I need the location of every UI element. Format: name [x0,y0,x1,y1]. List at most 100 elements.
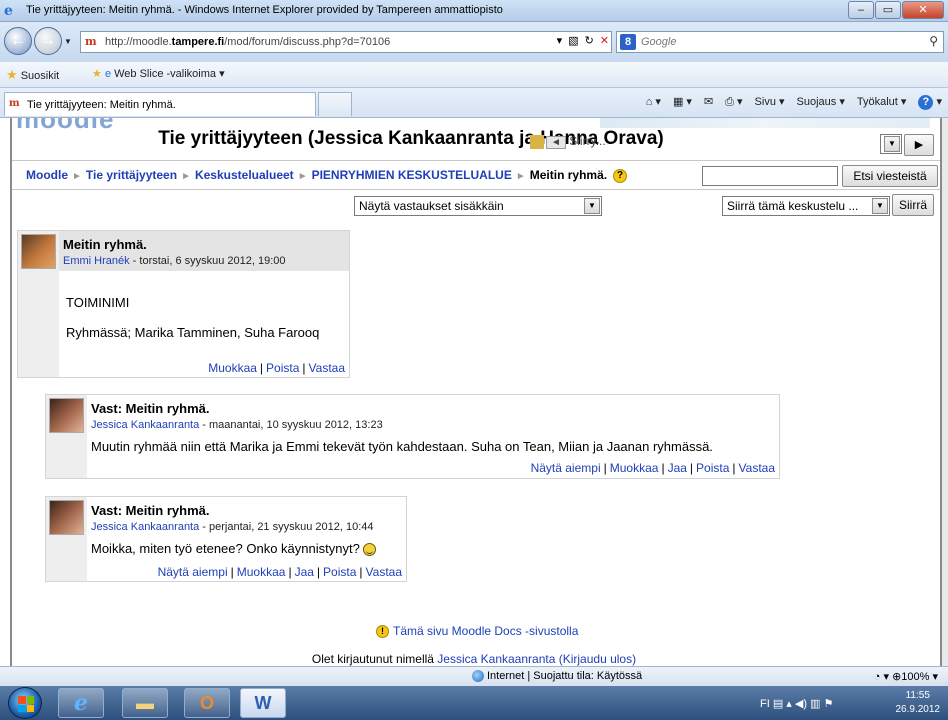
jump-next-button[interactable]: ▶ [904,134,934,156]
avatar[interactable] [21,234,56,269]
reply-link[interactable]: Vastaa [309,361,345,375]
mail-icon[interactable]: ✉ [704,95,713,110]
feeds-icon[interactable]: ▦ ▾ [673,95,692,110]
taskbar: e ▬ O W FI ▤ ▴ ◀) ▥ ⚑ 11:55 26.9.2012 [0,686,948,720]
home-icon[interactable]: ⌂ ▾ [646,95,661,110]
reply-link[interactable]: Vastaa [366,565,402,579]
show-parent-link[interactable]: Näytä aiempi [531,461,601,475]
tab-row: m Tie yrittäjyyteen: Meitin ryhmä. ⌂ ▾ ▦… [0,88,948,118]
forum-search-input[interactable] [702,166,838,186]
split-link[interactable]: Jaa [295,565,314,579]
outlook-taskbar-icon[interactable]: O [184,688,230,718]
logout-link[interactable]: (Kirjaudu ulos) [559,652,636,666]
start-button[interactable] [8,687,42,719]
post-subject: Vast: Meitin ryhmä. [91,503,210,518]
breadcrumb-course[interactable]: Tie yrittäjyyteen [86,168,177,182]
close-window-button[interactable]: ✕ [902,1,944,19]
jump-to-control[interactable]: ◄ Siirry... [530,134,606,149]
moodle-favicon: m [9,98,20,109]
post-commands: Näytä aiempi | Muokkaa | Jaa | Poista | Vastaa [157,565,402,579]
search-icon[interactable]: ⚲ [929,34,938,48]
scrollbar[interactable] [942,118,948,666]
word-taskbar-icon[interactable]: W [240,688,286,718]
breadcrumb: Moodle ► Tie yrittäjyyteen ► Keskustelualuee… [26,168,628,183]
history-dropdown-icon[interactable]: ▼ [64,37,72,46]
display-mode-select[interactable]: Näytä vastaukset sisäkkäin ▼ [354,196,602,216]
windows-logo-icon [18,696,34,712]
tray-icons[interactable]: FI ▤ ▴ ◀) ▥ ⚑ [760,697,833,710]
help-icon[interactable]: ? [613,168,628,183]
edit-link[interactable]: Muokkaa [237,565,286,579]
header-background [600,118,930,128]
move-discussion-select[interactable]: Siirrä tämä keskustelu ... ▼ [722,196,890,216]
page-menu[interactable]: Sivu ▾ [755,95,785,110]
search-box[interactable]: 8 Google ⚲ [616,31,944,53]
star-icon: ★ [6,67,18,82]
back-button[interactable]: ← [4,27,32,55]
system-tray: FI ▤ ▴ ◀) ▥ ⚑ 11:55 26.9.2012 [748,686,948,720]
post-commands: Näytä aiempi | Muokkaa | Jaa | Poista | Vastaa [530,461,775,475]
protected-mode-icon: ◔ ▾ [873,671,889,683]
window-title-bar: e Tie yrittäjyyteen: Meitin ryhmä. - Win… [0,0,948,22]
delete-link[interactable]: Poista [266,361,299,375]
move-button[interactable]: Siirrä [892,194,934,216]
reply-link[interactable]: Vastaa [739,461,775,475]
course-title: Tie yrittäjyyteen (Jessica Kankaanranta … [158,128,664,149]
post-author-link[interactable]: Emmi Hranék [63,255,130,267]
address-bar[interactable]: m http://moodle.tampere.fi/mod/forum/dis… [80,31,612,53]
tab-current[interactable]: m Tie yrittäjyyteen: Meitin ryhmä. [4,92,316,116]
status-bar: Internet | Suojattu tila: Käytössä ◔ ▾ ⊕… [0,666,948,686]
zoom-icon: ⊕ [892,671,902,683]
delete-link[interactable]: Poista [696,461,729,475]
user-profile-link[interactable]: Jessica Kankaanranta [437,652,555,666]
explorer-taskbar-icon[interactable]: ▬ [122,688,168,718]
print-icon[interactable]: ⎙ ▾ [725,95,742,110]
compatibility-view-icon[interactable]: ▧ [568,34,578,47]
address-url[interactable]: http://moodle.tampere.fi/mod/forum/discu… [105,36,390,48]
edit-link[interactable]: Muokkaa [208,361,257,375]
breadcrumb-forums[interactable]: Keskustelualueet [195,168,294,182]
clock[interactable]: 11:55 26.9.2012 [896,689,941,717]
favorites-button[interactable]: ★ Suosikit [6,67,59,83]
breadcrumb-moodle[interactable]: Moodle [26,168,68,182]
show-parent-link[interactable]: Näytä aiempi [158,565,228,579]
help-menu[interactable]: ? ▾ [918,95,942,110]
avatar[interactable] [49,500,84,535]
maximize-button[interactable]: ▭ [875,1,901,19]
search-placeholder: Google [641,36,677,48]
post-body-line: Ryhmässä; Marika Tamminen, Suha Farooq [66,325,320,340]
avatar[interactable] [49,398,84,433]
jump-select[interactable]: ▼ [880,134,902,154]
tools-menu[interactable]: Työkalut ▾ [857,95,907,110]
safety-menu[interactable]: Suojaus ▾ [797,95,845,110]
web-slice-gallery[interactable]: ★ e Web Slice -valikoima ▾ [92,67,225,80]
zoom-control[interactable]: ◔ ▾ ⊕100% ▾ [874,670,938,683]
breadcrumb-current: Meitin ryhmä. [529,168,608,182]
post-author-link[interactable]: Jessica Kankaanranta [91,419,199,431]
minimize-button[interactable]: – [848,1,874,19]
moodle-docs-link[interactable]: Tämä sivu Moodle Docs -sivustolla [393,624,578,638]
search-forums-button[interactable]: Etsi viesteistä [842,165,938,187]
delete-link[interactable]: Poista [323,565,356,579]
post-author-link[interactable]: Jessica Kankaanranta [91,521,199,533]
new-tab-button[interactable] [318,92,352,116]
address-dropdown-icon[interactable]: ▾ [557,34,563,47]
split-link[interactable]: Jaa [668,461,687,475]
security-zone[interactable]: Internet | Suojattu tila: Käytössä [472,670,642,683]
breadcrumb-forum[interactable]: PIENRYHMIEN KESKUSTELUALUE [312,168,512,182]
stop-icon[interactable]: ✕ [600,34,609,47]
forward-button[interactable]: → [34,27,62,55]
post-body: Moikka, miten työ etenee? Onko käynnisty… [91,541,377,557]
post-commands: Muokkaa | Poista | Vastaa [208,361,345,375]
ie-icon: e [4,3,13,19]
info-icon: ! [376,625,389,639]
edit-link[interactable]: Muokkaa [610,461,659,475]
page-content: moodle Tie yrittäjyyteen (Jessica Kankaa… [0,118,948,666]
post-meta: Jessica Kankaanranta - maanantai, 10 syy… [91,419,383,431]
smiley-icon [363,543,377,557]
post-body-line: Muutin ryhmää niin että Marika ja Emmi t… [91,439,713,454]
tab-title: Tie yrittäjyyteen: Meitin ryhmä. [27,99,176,111]
jump-prev-icon[interactable]: ◄ [546,136,566,149]
refresh-icon[interactable]: ↻ [585,34,594,47]
ie-taskbar-button[interactable]: e [58,688,104,718]
